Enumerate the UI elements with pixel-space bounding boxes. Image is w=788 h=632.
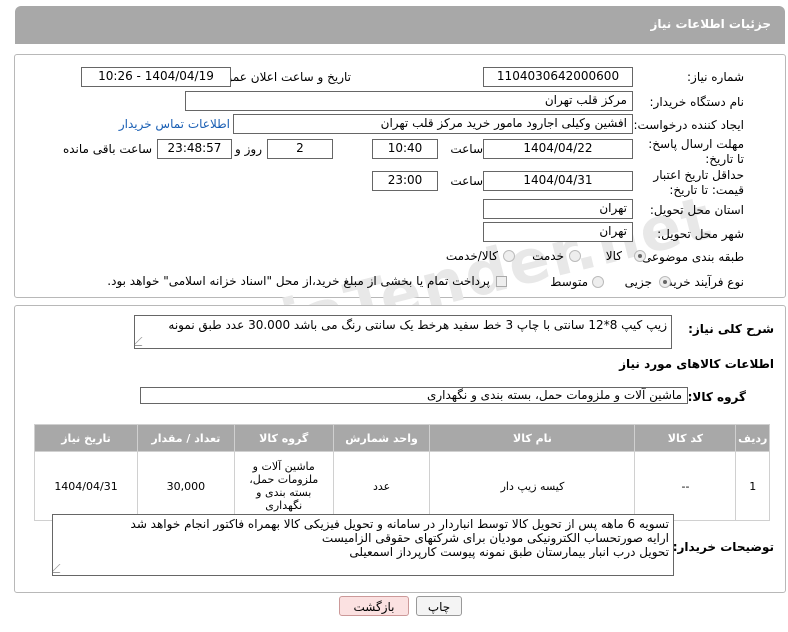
print-button[interactable]: چاپ [416,596,462,616]
cell-row: 1 [735,451,770,521]
cell-goods-name: کیسه زیپ دار [429,451,636,521]
treasury-payment-note: پرداخت تمام یا بخشی از مبلغ خرید،از محل … [107,274,490,288]
items-table-header: تاریخ نیاز تعداد / مقدار گروه کالا واحد … [33,424,770,452]
cell-goods-code: -- [634,451,737,521]
need-number-label: شماره نیاز: [687,70,744,84]
description-textarea[interactable]: زیپ کیپ 8*12 سانتی با چاپ 3 خط سفید هرخط… [134,315,672,349]
col-goods-code: کد کالا [634,424,737,452]
reply-date-field: 1404/04/22 [483,139,633,159]
back-button[interactable]: بازگشت [339,596,409,616]
province-label: استان محل تحویل: [649,203,744,217]
buyer-notes-line-3: تحویل درب انبار بیمارستان طبق نمونه پیوس… [349,545,669,559]
buyer-org-label: نام دستگاه خریدار: [649,95,745,109]
buyer-notes-textarea[interactable]: تسویه 6 ماهه پس از تحویل کالا توسط انبار… [52,514,674,576]
creator-field: افشین وکیلی اجارود مامور خرید مرکز قلب ت… [233,114,633,134]
col-goods-name: نام کالا [429,424,636,452]
col-goods-group: گروه کالا [233,424,334,452]
resize-grip-icon[interactable] [53,564,69,573]
goods-group-field: ماشین آلات و ملزومات حمل، بسته بندی و نگ… [140,387,688,404]
city-field: تهران [483,222,633,242]
reply-deadline-label: مهلت ارسال پاسخ: تا تاریخ: [648,137,744,166]
process-label: نوع فرآیند خرید : [659,275,744,289]
resize-grip-icon[interactable] [135,337,151,346]
price-date-field: 1404/04/31 [483,171,633,191]
need-number-field: 1104030642000600 [483,67,633,87]
goods-section-title: اطلاعات کالاهای مورد نیاز [619,357,774,371]
cell-unit: عدد [332,451,431,521]
page-title: جزئیات اطلاعات نیاز [650,17,771,31]
price-deadline-label: حداقل تاریخ اعتبار قیمت: تا تاریخ: [653,168,744,197]
description-text: زیپ کیپ 8*12 سانتی با چاپ 3 خط سفید هرخط… [168,318,667,332]
category-radio-goods-service[interactable] [503,250,515,262]
category-radio-goods[interactable] [634,250,646,262]
contact-buyer-link[interactable]: اطلاعات تماس خریدار [119,117,230,131]
days-label: روز و [235,142,262,156]
col-need-date: تاریخ نیاز [33,424,139,452]
creator-label: ایجاد کننده درخواست: [633,118,744,132]
remaining-label: ساعت باقی مانده [62,142,152,156]
city-label: شهر محل تحویل: [657,227,744,241]
process-option-minor: جزیی [624,275,652,289]
buyer-notes-line-1: تسویه 6 ماهه پس از تحویل کالا توسط انبار… [130,517,669,531]
category-label: طبقه بندی موضوعی: [637,250,744,264]
cell-quantity: 30,000 [137,451,235,521]
price-time-label: ساعت [450,174,483,188]
province-field: تهران [483,199,633,219]
reply-time-field: 10:40 [372,139,438,159]
process-radio-minor[interactable] [659,276,671,288]
days-field: 2 [267,139,333,159]
remaining-time-field: 23:48:57 [157,139,232,159]
table-row: 1404/04/31 30,000 ماشین آلات و ملزومات ح… [33,451,770,521]
page-header: جزئیات اطلاعات نیاز [15,6,785,44]
description-label: شرح کلی نیاز: [688,322,774,336]
announce-field: 1404/04/19 - 10:26 [81,67,231,87]
price-time-field: 23:00 [372,171,438,191]
category-option-goods-service: کالا/خدمت [445,249,498,263]
reply-time-label: ساعت [450,142,483,156]
category-option-goods: کالا [605,249,622,263]
buyer-notes-line-2: ارایه صورتحساب الکترونیکی مودیان برای شر… [321,531,669,545]
category-option-service: خدمت [532,249,564,263]
process-radio-medium[interactable] [592,276,604,288]
cell-need-date: 1404/04/31 [33,451,139,521]
treasury-payment-checkbox[interactable] [496,276,507,287]
items-table: تاریخ نیاز تعداد / مقدار گروه کالا واحد … [33,424,770,521]
goods-group-label: گروه کالا: [687,390,746,404]
process-option-medium: متوسط [550,275,588,289]
category-radio-service[interactable] [569,250,581,262]
col-unit: واحد شمارش [332,424,431,452]
col-quantity: تعداد / مقدار [137,424,235,452]
col-row: ردیف [735,424,770,452]
buyer-org-field: مرکز قلب تهران [185,91,633,111]
cell-goods-group: ماشین آلات و ملزومات حمل، بسته بندی و نگ… [233,451,334,521]
buyer-notes-label: توضیحات خریدار: [672,540,774,554]
